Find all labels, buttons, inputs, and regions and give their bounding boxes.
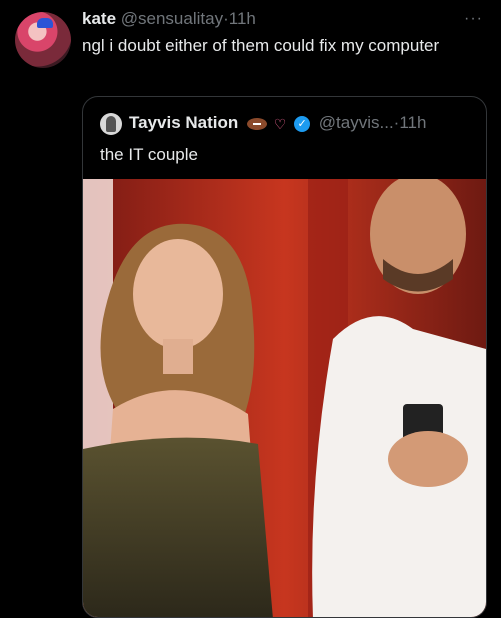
quoted-author-avatar[interactable]: [100, 113, 122, 135]
tweet-header: kate @sensualitay·11h: [82, 9, 256, 29]
quoted-tweet-photo[interactable]: [83, 179, 486, 617]
quoted-author-name[interactable]: Tayvis Nation: [129, 113, 238, 132]
author-avatar[interactable]: [15, 12, 71, 68]
football-icon: [247, 117, 268, 130]
author-handle[interactable]: @sensualitay: [121, 9, 223, 28]
quoted-author-handle[interactable]: @tayvis...: [319, 113, 394, 132]
tweet-text: ngl i doubt either of them could fix my …: [82, 36, 440, 55]
quoted-tweet-text: the IT couple: [100, 145, 198, 164]
quoted-tweet[interactable]: Tayvis Nation ♡ ✓ @tayvis...·11h the IT …: [82, 96, 487, 618]
heart-hands-icon: ♡: [273, 115, 287, 132]
quoted-tweet-header: Tayvis Nation ♡ ✓ @tayvis...·11h: [129, 112, 426, 135]
quoted-tweet-time[interactable]: 11h: [399, 113, 426, 132]
verified-icon: ✓: [294, 115, 311, 132]
photo-illustration: [83, 179, 486, 617]
author-name[interactable]: kate: [82, 9, 116, 28]
more-icon[interactable]: ···: [464, 10, 483, 28]
tweet-time[interactable]: 11h: [229, 9, 256, 28]
